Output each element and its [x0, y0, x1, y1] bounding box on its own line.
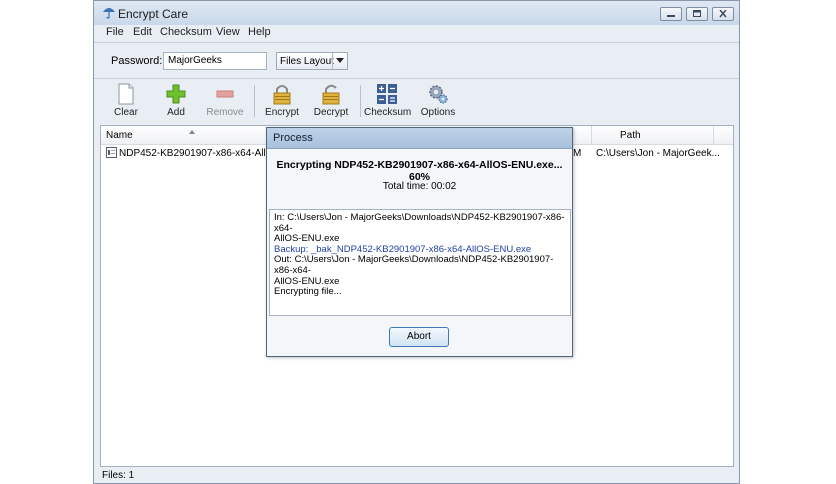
encrypt-button[interactable]: Encrypt	[259, 83, 305, 121]
encrypt-label: Encrypt	[265, 107, 299, 118]
checksum-label: Checksum	[364, 107, 412, 118]
layout-select-value: Files Layout	[280, 56, 334, 67]
status-bar: Files: 1	[100, 467, 734, 483]
toolbar: Clear Add Remove Encrypt Decrypt Checksu…	[94, 79, 739, 121]
divider	[94, 42, 739, 43]
password-input[interactable]: MajorGeeks	[163, 52, 267, 70]
remove-label: Remove	[206, 107, 244, 118]
options-button[interactable]: Options	[415, 83, 461, 121]
unlock-icon	[322, 84, 340, 105]
lock-icon	[273, 85, 291, 105]
toolbar-separator	[254, 85, 255, 117]
plus-icon	[166, 84, 186, 104]
abort-button[interactable]: Abort	[389, 327, 449, 347]
umbrella-icon	[102, 5, 116, 19]
menu-edit[interactable]: Edit	[133, 26, 152, 38]
clear-button[interactable]: Clear	[103, 83, 149, 121]
menu-help[interactable]: Help	[248, 26, 271, 38]
progress-message: Encrypting NDP452-KB2901907-x86-x64-AllO…	[276, 159, 563, 183]
row-path: C:\Users\Jon - MajorGeek...	[596, 148, 720, 159]
total-time: Total time: 00:02	[382, 181, 457, 192]
layout-select[interactable]: Files Layout	[276, 52, 348, 70]
calculator-icon	[377, 84, 397, 104]
log-line: Encrypting file...	[274, 286, 342, 298]
add-button[interactable]: Add	[153, 83, 199, 121]
gears-icon	[429, 85, 448, 104]
remove-button[interactable]: Remove	[202, 83, 248, 121]
checksum-button[interactable]: Checksum	[364, 83, 412, 121]
log-line: Out: C:\Users\Jon - MajorGeeks\Downloads…	[274, 254, 554, 276]
maximize-button[interactable]	[686, 7, 708, 21]
menu-bar: File Edit Checksum View Help	[94, 25, 739, 41]
blank-page-icon	[118, 83, 134, 105]
sort-ascending-icon	[189, 125, 195, 137]
files-count: Files: 1	[102, 470, 135, 481]
minimize-button[interactable]	[660, 7, 682, 21]
row-name-text: NDP452-KB2901907-x86-x64-AllOS-E	[119, 148, 266, 159]
dialog-title: Process	[273, 132, 313, 144]
log-line: In: C:\Users\Jon - MajorGeeks\Downloads\…	[274, 212, 565, 234]
process-dialog: Process Encrypting NDP452-KB2901907-x86-…	[266, 127, 573, 357]
process-log[interactable]: In: C:\Users\Jon - MajorGeeks\Downloads\…	[269, 209, 571, 316]
decrypt-label: Decrypt	[313, 107, 349, 118]
toolbar-separator	[360, 85, 361, 117]
clear-label: Clear	[114, 107, 138, 118]
options-label: Options	[420, 107, 456, 118]
row-date-fragment: M	[573, 148, 582, 159]
menu-view[interactable]: View	[216, 26, 240, 38]
file-icon	[106, 147, 117, 161]
table-row[interactable]: NDP452-KB2901907-x86-x64-AllOS-E	[106, 147, 266, 161]
password-label: Password:	[111, 55, 163, 67]
minus-icon	[216, 90, 234, 98]
menu-file[interactable]: File	[106, 26, 124, 38]
column-divider[interactable]	[591, 126, 592, 144]
close-button[interactable]	[712, 7, 734, 21]
chevron-down-icon[interactable]	[332, 53, 347, 69]
add-label: Add	[167, 107, 185, 118]
menu-checksum[interactable]: Checksum	[160, 26, 212, 38]
column-header-name[interactable]: Name	[106, 130, 133, 141]
window-title: Encrypt Care	[118, 7, 189, 21]
column-header-path[interactable]: Path	[620, 130, 641, 141]
password-row: Password: MajorGeeks Files Layout	[94, 44, 739, 76]
dialog-title-bar[interactable]: Process	[267, 128, 572, 149]
column-divider[interactable]	[713, 126, 714, 144]
title-bar[interactable]: Encrypt Care	[94, 1, 739, 25]
decrypt-button[interactable]: Decrypt	[308, 83, 354, 121]
